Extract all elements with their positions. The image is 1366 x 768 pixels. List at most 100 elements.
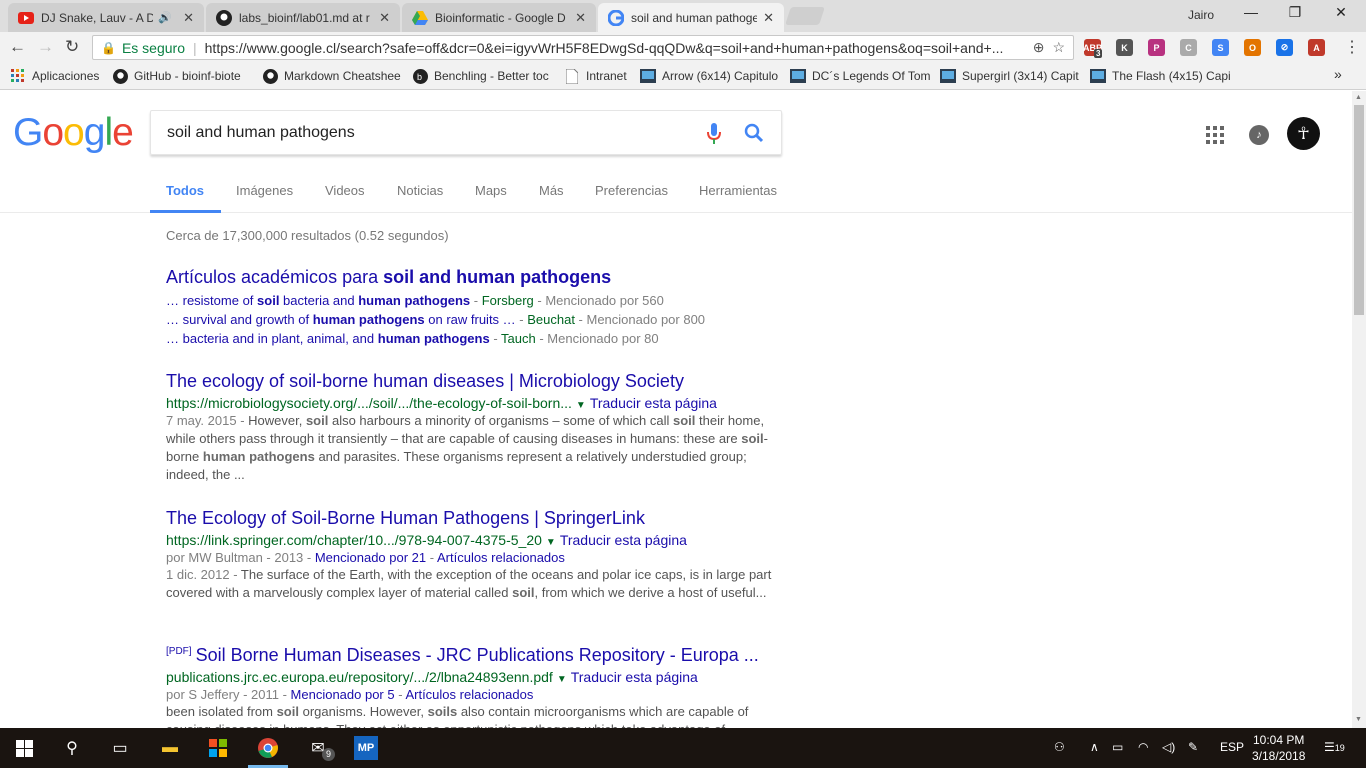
result-title-link[interactable]: The Ecology of Soil-Borne Human Pathogen… xyxy=(166,508,776,529)
pdf-icon[interactable]: A xyxy=(1308,39,1325,56)
scholar-author[interactable]: Beuchat xyxy=(527,312,575,327)
windows-start-icon[interactable] xyxy=(12,736,36,760)
dropdown-caret-icon[interactable]: ▼ xyxy=(557,674,567,685)
store-icon[interactable] xyxy=(206,736,230,760)
system-clock[interactable]: 10:04 PM 3/18/2018 xyxy=(1252,732,1305,764)
tab-github[interactable]: labs_bioinf/lab01.md at r ✕ xyxy=(206,3,400,32)
bookmark-item[interactable]: Supergirl (3x14) Capit xyxy=(940,68,1079,84)
tab-mas[interactable]: Más xyxy=(539,183,564,198)
minimize-button[interactable]: — xyxy=(1236,4,1266,24)
translate-link[interactable]: Traducir esta página xyxy=(571,669,698,685)
apps-grid-icon[interactable] xyxy=(1206,126,1224,144)
dropdown-caret-icon[interactable]: ▼ xyxy=(546,537,556,548)
tab-maps[interactable]: Maps xyxy=(475,183,507,198)
tab-todos[interactable]: Todos xyxy=(166,183,204,198)
adblock-icon[interactable]: ABP 3 xyxy=(1083,39,1103,58)
mail-icon[interactable]: ✉ 9 xyxy=(306,736,335,761)
action-center-icon[interactable]: ☰19 xyxy=(1324,740,1345,754)
close-tab-icon[interactable]: ✕ xyxy=(575,10,586,26)
scholar-item-link[interactable]: … survival and growth of human pathogens… xyxy=(166,312,516,327)
notifications-bell-icon[interactable]: ♪ xyxy=(1249,125,1269,145)
volume-icon[interactable]: ◁) xyxy=(1162,740,1175,754)
result-title-link[interactable]: [PDF] Soil Borne Human Diseases - JRC Pub… xyxy=(166,645,776,666)
tab-google-search[interactable]: soil and human pathoge ✕ xyxy=(598,3,784,32)
block-icon[interactable]: ⊘ xyxy=(1276,39,1293,56)
result-title-link[interactable]: The ecology of soil-borne human diseases… xyxy=(166,371,776,392)
cited-by-link[interactable]: Mencionado por 5 xyxy=(291,687,395,702)
profile-name[interactable]: Jairo xyxy=(1188,8,1214,22)
color-picker-icon[interactable]: O xyxy=(1244,39,1261,56)
related-articles-link[interactable]: Artículos relacionados xyxy=(405,687,533,702)
bookmark-item[interactable]: Markdown Cheatshee xyxy=(262,68,401,84)
microphone-icon[interactable] xyxy=(707,123,721,145)
search-query[interactable]: soil and human pathogens xyxy=(167,124,355,142)
close-window-button[interactable]: ✕ xyxy=(1326,4,1356,24)
scholar-item-link[interactable]: … resistome of soil bacteria and human p… xyxy=(166,293,470,308)
cited-by-link[interactable]: Mencionado por 21 xyxy=(315,550,426,565)
scroll-down-icon[interactable]: ▼ xyxy=(1355,716,1362,723)
google-logo[interactable]: Google xyxy=(13,111,134,155)
translate-link[interactable]: Traducir esta página xyxy=(590,395,717,411)
scholar-title[interactable]: Artículos académicos para soil and human… xyxy=(166,267,776,288)
file-explorer-icon[interactable]: ▬ xyxy=(158,736,182,760)
close-tab-icon[interactable]: ✕ xyxy=(379,10,390,26)
tab-videos[interactable]: Videos xyxy=(325,183,365,198)
scroll-up-icon[interactable]: ▲ xyxy=(1355,94,1362,101)
back-icon[interactable]: ← xyxy=(9,37,26,57)
tab-imagenes[interactable]: Imágenes xyxy=(236,183,293,198)
new-tab-button[interactable] xyxy=(785,7,825,25)
tab-herramientas[interactable]: Herramientas xyxy=(699,183,777,198)
scholar-author[interactable]: Tauch xyxy=(501,331,536,346)
task-view-icon[interactable]: ▭ xyxy=(108,736,132,760)
search-icon[interactable]: ⚲ xyxy=(60,736,84,760)
tab-youtube[interactable]: DJ Snake, Lauv - A Dif 🔊 ✕ xyxy=(8,3,204,32)
bookmark-item[interactable]: b Benchling - Better toc xyxy=(412,68,549,84)
close-tab-icon[interactable]: ✕ xyxy=(183,10,194,26)
dropdown-caret-icon[interactable]: ▼ xyxy=(576,400,586,411)
restore-button[interactable]: ❐ xyxy=(1280,4,1310,24)
scholar-item-link[interactable]: … bacteria and in plant, animal, and hum… xyxy=(166,331,490,346)
address-bar[interactable]: 🔒 Es seguro | https://www.google.cl/sear… xyxy=(92,35,1074,60)
page-scrollbar[interactable]: ▲ ▼ xyxy=(1352,91,1366,728)
pen-icon[interactable]: ✎ xyxy=(1188,740,1198,754)
tab-google-drive[interactable]: Bioinformatic - Google D ✕ xyxy=(402,3,596,32)
bookmark-item[interactable]: Arrow (6x14) Capitulo xyxy=(640,68,778,84)
scholar-author[interactable]: Forsberg xyxy=(482,293,534,308)
bookmark-item[interactable]: Intranet xyxy=(564,68,627,84)
location-icon[interactable]: ⊕ xyxy=(1033,39,1045,56)
keep-icon[interactable]: K xyxy=(1116,39,1133,56)
menu-icon[interactable]: ⋮ xyxy=(1344,37,1360,57)
forward-icon[interactable]: → xyxy=(37,37,54,57)
tab-noticias[interactable]: Noticias xyxy=(397,183,443,198)
related-articles-link[interactable]: Artículos relacionados xyxy=(437,550,565,565)
bookmark-label: Arrow (6x14) Capitulo xyxy=(662,69,779,83)
result-url: https://microbiologysociety.org/.../soil… xyxy=(166,395,572,411)
reload-icon[interactable]: ↻ xyxy=(65,37,79,57)
translate-link[interactable]: Traducir esta página xyxy=(560,532,687,548)
url-text[interactable]: https://www.google.cl/search?safe=off&dc… xyxy=(205,40,1027,56)
wifi-icon[interactable]: ◠ xyxy=(1138,740,1148,754)
more-bookmarks-button[interactable]: » xyxy=(1334,66,1342,82)
search-input[interactable]: soil and human pathogens xyxy=(150,110,782,155)
mp-app-icon[interactable]: MP xyxy=(354,736,378,760)
search-icon[interactable] xyxy=(744,123,764,143)
scholar-icon[interactable]: S xyxy=(1212,39,1229,56)
language-indicator[interactable]: ESP xyxy=(1220,740,1244,754)
bookmark-item[interactable]: The Flash (4x15) Capi xyxy=(1090,68,1230,84)
bookmark-star-icon[interactable]: ☆ xyxy=(1052,39,1065,56)
bookmark-item[interactable]: DC´s Legends Of Tom xyxy=(790,68,930,84)
close-tab-icon[interactable]: ✕ xyxy=(763,10,774,26)
people-icon[interactable]: ⚇ xyxy=(1054,740,1065,754)
camera-icon[interactable]: C xyxy=(1180,39,1197,56)
paint-icon[interactable]: P xyxy=(1148,39,1165,56)
bookmark-item[interactable]: Aplicaciones xyxy=(10,68,99,84)
speaker-icon[interactable]: 🔊 xyxy=(157,10,173,26)
bookmark-item[interactable]: GitHub - bioinf-biote xyxy=(112,68,241,84)
battery-icon[interactable]: ▭ xyxy=(1112,740,1123,754)
chrome-icon[interactable] xyxy=(256,736,280,760)
scroll-thumb[interactable] xyxy=(1354,105,1364,315)
avatar[interactable]: ☥ xyxy=(1287,117,1320,150)
svg-text:b: b xyxy=(417,72,422,82)
tab-preferencias[interactable]: Preferencias xyxy=(595,183,668,198)
show-hidden-icons[interactable]: ∧ xyxy=(1090,740,1099,754)
